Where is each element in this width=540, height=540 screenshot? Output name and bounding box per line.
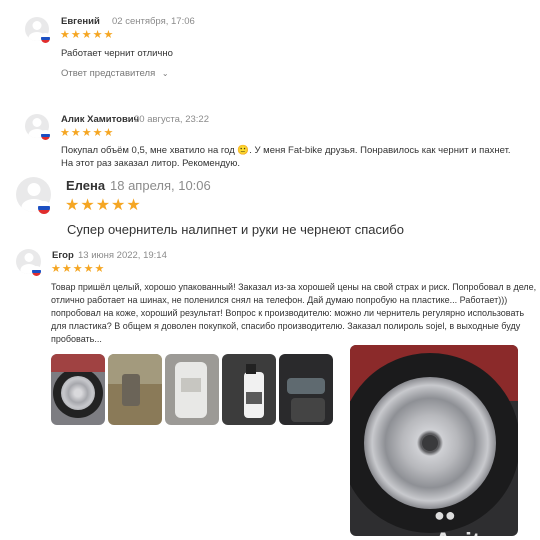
review-date: 13 июня 2022, 19:14 — [78, 250, 167, 261]
review-text: Покупал объём 0,5, мне хватило на год 🙂.… — [61, 145, 511, 169]
rating-stars: ★★★★★ — [51, 263, 106, 275]
representative-reply-toggle[interactable]: Ответ представителя ⌄ — [61, 68, 169, 79]
reviewer-name: Елена — [66, 178, 106, 193]
russia-flag-icon — [40, 33, 51, 44]
review-text: Супер очернитель налипнет и руки не черн… — [67, 222, 404, 237]
avito-logo-icon: ●● — [434, 505, 456, 525]
reviewer-name: Егор — [52, 250, 74, 261]
reviewer-name: Алик Хамитович — [61, 114, 140, 125]
review-date: 18 апреля, 10:06 — [110, 178, 211, 193]
chevron-down-icon: ⌄ — [161, 69, 169, 78]
review-photo-wheel[interactable] — [51, 354, 105, 425]
russia-flag-icon — [37, 201, 51, 215]
review-photo-ground[interactable] — [108, 354, 162, 425]
watermark-text: Avito — [434, 528, 496, 536]
rating-stars: ★★★★★ — [60, 29, 115, 41]
review-photo-package[interactable] — [165, 354, 219, 425]
rating-stars: ★★★★★ — [65, 197, 142, 214]
review-text: Товар пришёл целый, хорошо упакованный! … — [51, 282, 537, 344]
review-text: Работает чернит отлично — [61, 48, 173, 59]
reviewer-name: Евгений — [61, 16, 100, 27]
russia-flag-icon — [31, 266, 42, 277]
reply-label: Ответ представителя — [61, 68, 156, 79]
review-date: 02 сентября, 17:06 — [112, 16, 195, 27]
review-photo-interior[interactable] — [279, 354, 333, 425]
review-date: 20 августа, 23:22 — [134, 114, 209, 125]
russia-flag-icon — [40, 130, 51, 141]
avito-watermark: ●● Avito — [434, 499, 518, 536]
rating-stars: ★★★★★ — [60, 127, 115, 139]
review-photo-large-wheel[interactable]: ●● Avito — [350, 345, 518, 536]
review-photo-bottle[interactable] — [222, 354, 276, 425]
